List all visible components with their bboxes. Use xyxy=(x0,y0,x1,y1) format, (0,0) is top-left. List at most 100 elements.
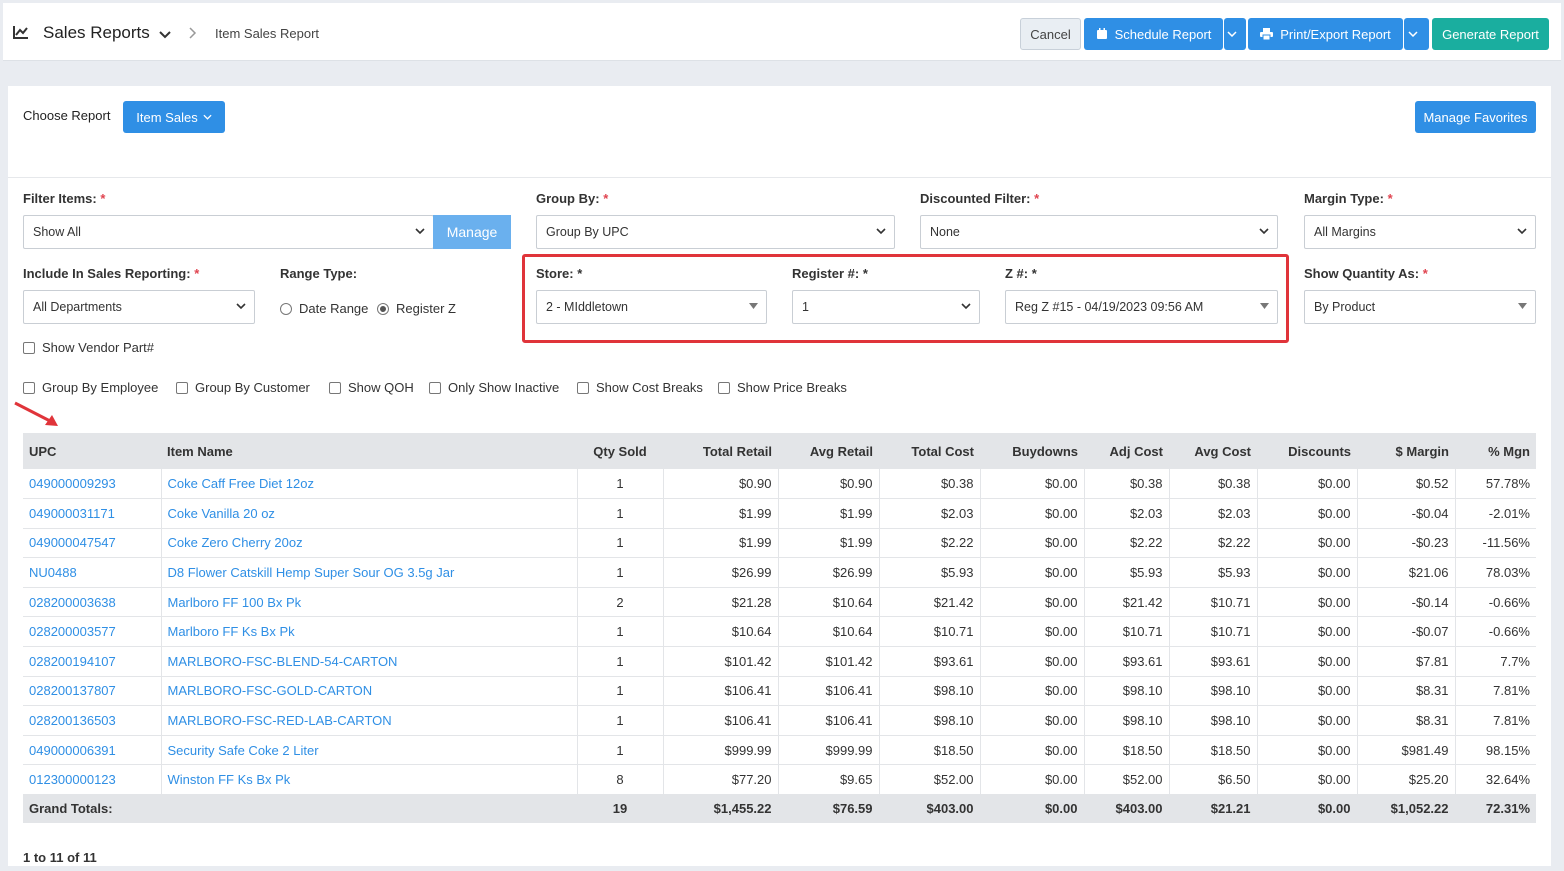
table-cell: -2.01% xyxy=(1455,498,1536,529)
column-header-upc[interactable]: UPC xyxy=(23,433,161,469)
upc-link[interactable]: 028200136503 xyxy=(23,705,162,736)
caret-down-icon xyxy=(1260,303,1269,309)
item-name-link[interactable]: Security Safe Coke 2 Liter xyxy=(161,735,578,766)
table-cell: $10.64 xyxy=(778,587,880,618)
column-header-item-name[interactable]: Item Name xyxy=(161,433,577,469)
table-cell: -11.56% xyxy=(1455,528,1536,559)
manage-filter-button[interactable]: Manage xyxy=(433,215,511,249)
radio-register-z[interactable]: Register Z xyxy=(377,301,456,316)
radio-date-range[interactable]: Date Range xyxy=(280,301,368,316)
upc-link[interactable]: 012300000123 xyxy=(23,764,162,796)
column-header-discounts[interactable]: Discounts xyxy=(1257,433,1357,469)
column-header-buydowns[interactable]: Buydowns xyxy=(980,433,1084,469)
z-number-select[interactable]: Reg Z #15 - 04/19/2023 09:56 AM xyxy=(1005,290,1278,324)
table-cell: 2 xyxy=(577,587,664,618)
only-show-inactive-checkbox[interactable]: Only Show Inactive xyxy=(429,380,559,395)
group-by-label: Group By: * xyxy=(536,191,609,206)
schedule-dropdown-button[interactable] xyxy=(1224,18,1246,50)
show-cost-breaks-checkbox[interactable]: Show Cost Breaks xyxy=(577,380,703,395)
table-cell: $26.99 xyxy=(663,557,779,588)
table-cell: $18.50 xyxy=(1084,735,1170,766)
item-name-link[interactable]: MARLBORO-FSC-GOLD-CARTON xyxy=(161,676,578,707)
total-cell: $0.00 xyxy=(980,794,1085,823)
print-export-button[interactable]: Print/Export Report xyxy=(1248,18,1403,50)
manage-favorites-button[interactable]: Manage Favorites xyxy=(1415,101,1536,133)
filter-items-select[interactable]: Show All xyxy=(23,215,434,249)
column-header-total-retail[interactable]: Total Retail xyxy=(663,433,778,469)
group-by-employee-checkbox[interactable]: Group By Employee xyxy=(23,380,158,395)
table-cell: $101.42 xyxy=(663,646,779,677)
print-export-dropdown-button[interactable] xyxy=(1404,18,1429,50)
item-name-link[interactable]: Coke Caff Free Diet 12oz xyxy=(161,469,578,500)
upc-link[interactable]: 028200137807 xyxy=(23,676,162,707)
table-cell: $106.41 xyxy=(663,705,779,736)
upc-link[interactable]: 049000009293 xyxy=(23,469,162,500)
item-name-link[interactable]: MARLBORO-FSC-BLEND-54-CARTON xyxy=(161,646,578,677)
chevron-down-icon[interactable] xyxy=(159,27,171,42)
upc-link[interactable]: 028200194107 xyxy=(23,646,162,677)
margin-type-select[interactable]: All Margins xyxy=(1304,215,1536,249)
store-select[interactable]: 2 - MIddletown xyxy=(536,290,767,324)
cancel-button[interactable]: Cancel xyxy=(1020,18,1081,50)
item-name-link[interactable]: Marlboro FF Ks Bx Pk xyxy=(161,616,578,648)
generate-report-button[interactable]: Generate Report xyxy=(1432,18,1549,50)
register-select[interactable]: 1 xyxy=(792,290,980,324)
table-cell: $0.00 xyxy=(980,764,1085,796)
calendar-icon xyxy=(1096,28,1107,39)
table-cell: $26.99 xyxy=(778,557,880,588)
choose-report-label: Choose Report xyxy=(23,108,111,123)
item-name-link[interactable]: Coke Zero Cherry 20oz xyxy=(161,528,578,559)
column-header-avg-cost[interactable]: Avg Cost xyxy=(1169,433,1257,469)
upc-link[interactable]: 028200003638 xyxy=(23,587,162,618)
upc-link[interactable]: 049000031171 xyxy=(23,498,162,529)
table-cell: 1 xyxy=(577,705,664,736)
column-header-total-cost[interactable]: Total Cost xyxy=(879,433,980,469)
table-cell: $999.99 xyxy=(663,735,779,766)
choose-report-dropdown[interactable]: Item Sales xyxy=(123,101,225,133)
table-cell: $52.00 xyxy=(1084,764,1170,796)
table-cell: $0.00 xyxy=(980,676,1085,707)
chevron-down-icon xyxy=(1408,31,1418,37)
choose-report-value: Item Sales xyxy=(136,109,198,125)
table-cell: $0.00 xyxy=(980,646,1085,677)
show-qoh-checkbox[interactable]: Show QOH xyxy=(329,380,414,395)
divider xyxy=(8,177,1551,178)
table-cell: 32.64% xyxy=(1455,764,1536,796)
filter-items-label: Filter Items: * xyxy=(23,191,106,206)
item-name-link[interactable]: Winston FF Ks Bx Pk xyxy=(161,764,578,796)
upc-link[interactable]: NU0488 xyxy=(23,557,162,588)
column-header-percent-margin[interactable]: % Mgn xyxy=(1455,433,1536,469)
group-by-select[interactable]: Group By UPC xyxy=(536,215,895,249)
table-cell: $0.38 xyxy=(1084,469,1170,500)
app-title[interactable]: Sales Reports xyxy=(43,23,150,43)
table-cell: $2.03 xyxy=(879,498,981,529)
item-name-link[interactable]: MARLBORO-FSC-RED-LAB-CARTON xyxy=(161,705,578,736)
include-in-sales-select[interactable]: All Departments xyxy=(23,290,255,324)
item-name-link[interactable]: Marlboro FF 100 Bx Pk xyxy=(161,587,578,618)
show-price-breaks-checkbox[interactable]: Show Price Breaks xyxy=(718,380,847,395)
schedule-report-button[interactable]: Schedule Report xyxy=(1084,18,1223,50)
total-cell: $0.00 xyxy=(1257,794,1358,823)
schedule-label: Schedule Report xyxy=(1114,26,1212,42)
column-header-dollar-margin[interactable]: $ Margin xyxy=(1357,433,1455,469)
show-vendor-part-checkbox[interactable]: Show Vendor Part# xyxy=(23,340,154,355)
discounted-filter-select[interactable]: None xyxy=(920,215,1278,249)
table-cell: $0.00 xyxy=(1257,557,1358,588)
table-cell: $0.00 xyxy=(1257,735,1358,766)
show-quantity-select[interactable]: By Product xyxy=(1304,290,1536,324)
column-header-adj-cost[interactable]: Adj Cost xyxy=(1084,433,1169,469)
column-header-qty-sold[interactable]: Qty Sold xyxy=(577,433,663,469)
item-name-link[interactable]: Coke Vanilla 20 oz xyxy=(161,498,578,529)
table-row: 049000006391 Security Safe Coke 2 Liter 1 $… xyxy=(23,735,1536,766)
item-name-link[interactable]: D8 Flower Catskill Hemp Super Sour OG 3.… xyxy=(161,557,578,588)
filter-items-value: Show All xyxy=(33,225,81,239)
upc-link[interactable]: 049000047547 xyxy=(23,528,162,559)
table-cell: $98.10 xyxy=(1169,676,1258,707)
upc-link[interactable]: 028200003577 xyxy=(23,616,162,648)
table-cell: $93.61 xyxy=(1169,646,1258,677)
table-row: 028200136503 MARLBORO-FSC-RED-LAB-CARTON 1… xyxy=(23,705,1536,736)
table-cell: $7.81 xyxy=(1357,646,1456,677)
upc-link[interactable]: 049000006391 xyxy=(23,735,162,766)
group-by-customer-checkbox[interactable]: Group By Customer xyxy=(176,380,310,395)
column-header-avg-retail[interactable]: Avg Retail xyxy=(778,433,879,469)
